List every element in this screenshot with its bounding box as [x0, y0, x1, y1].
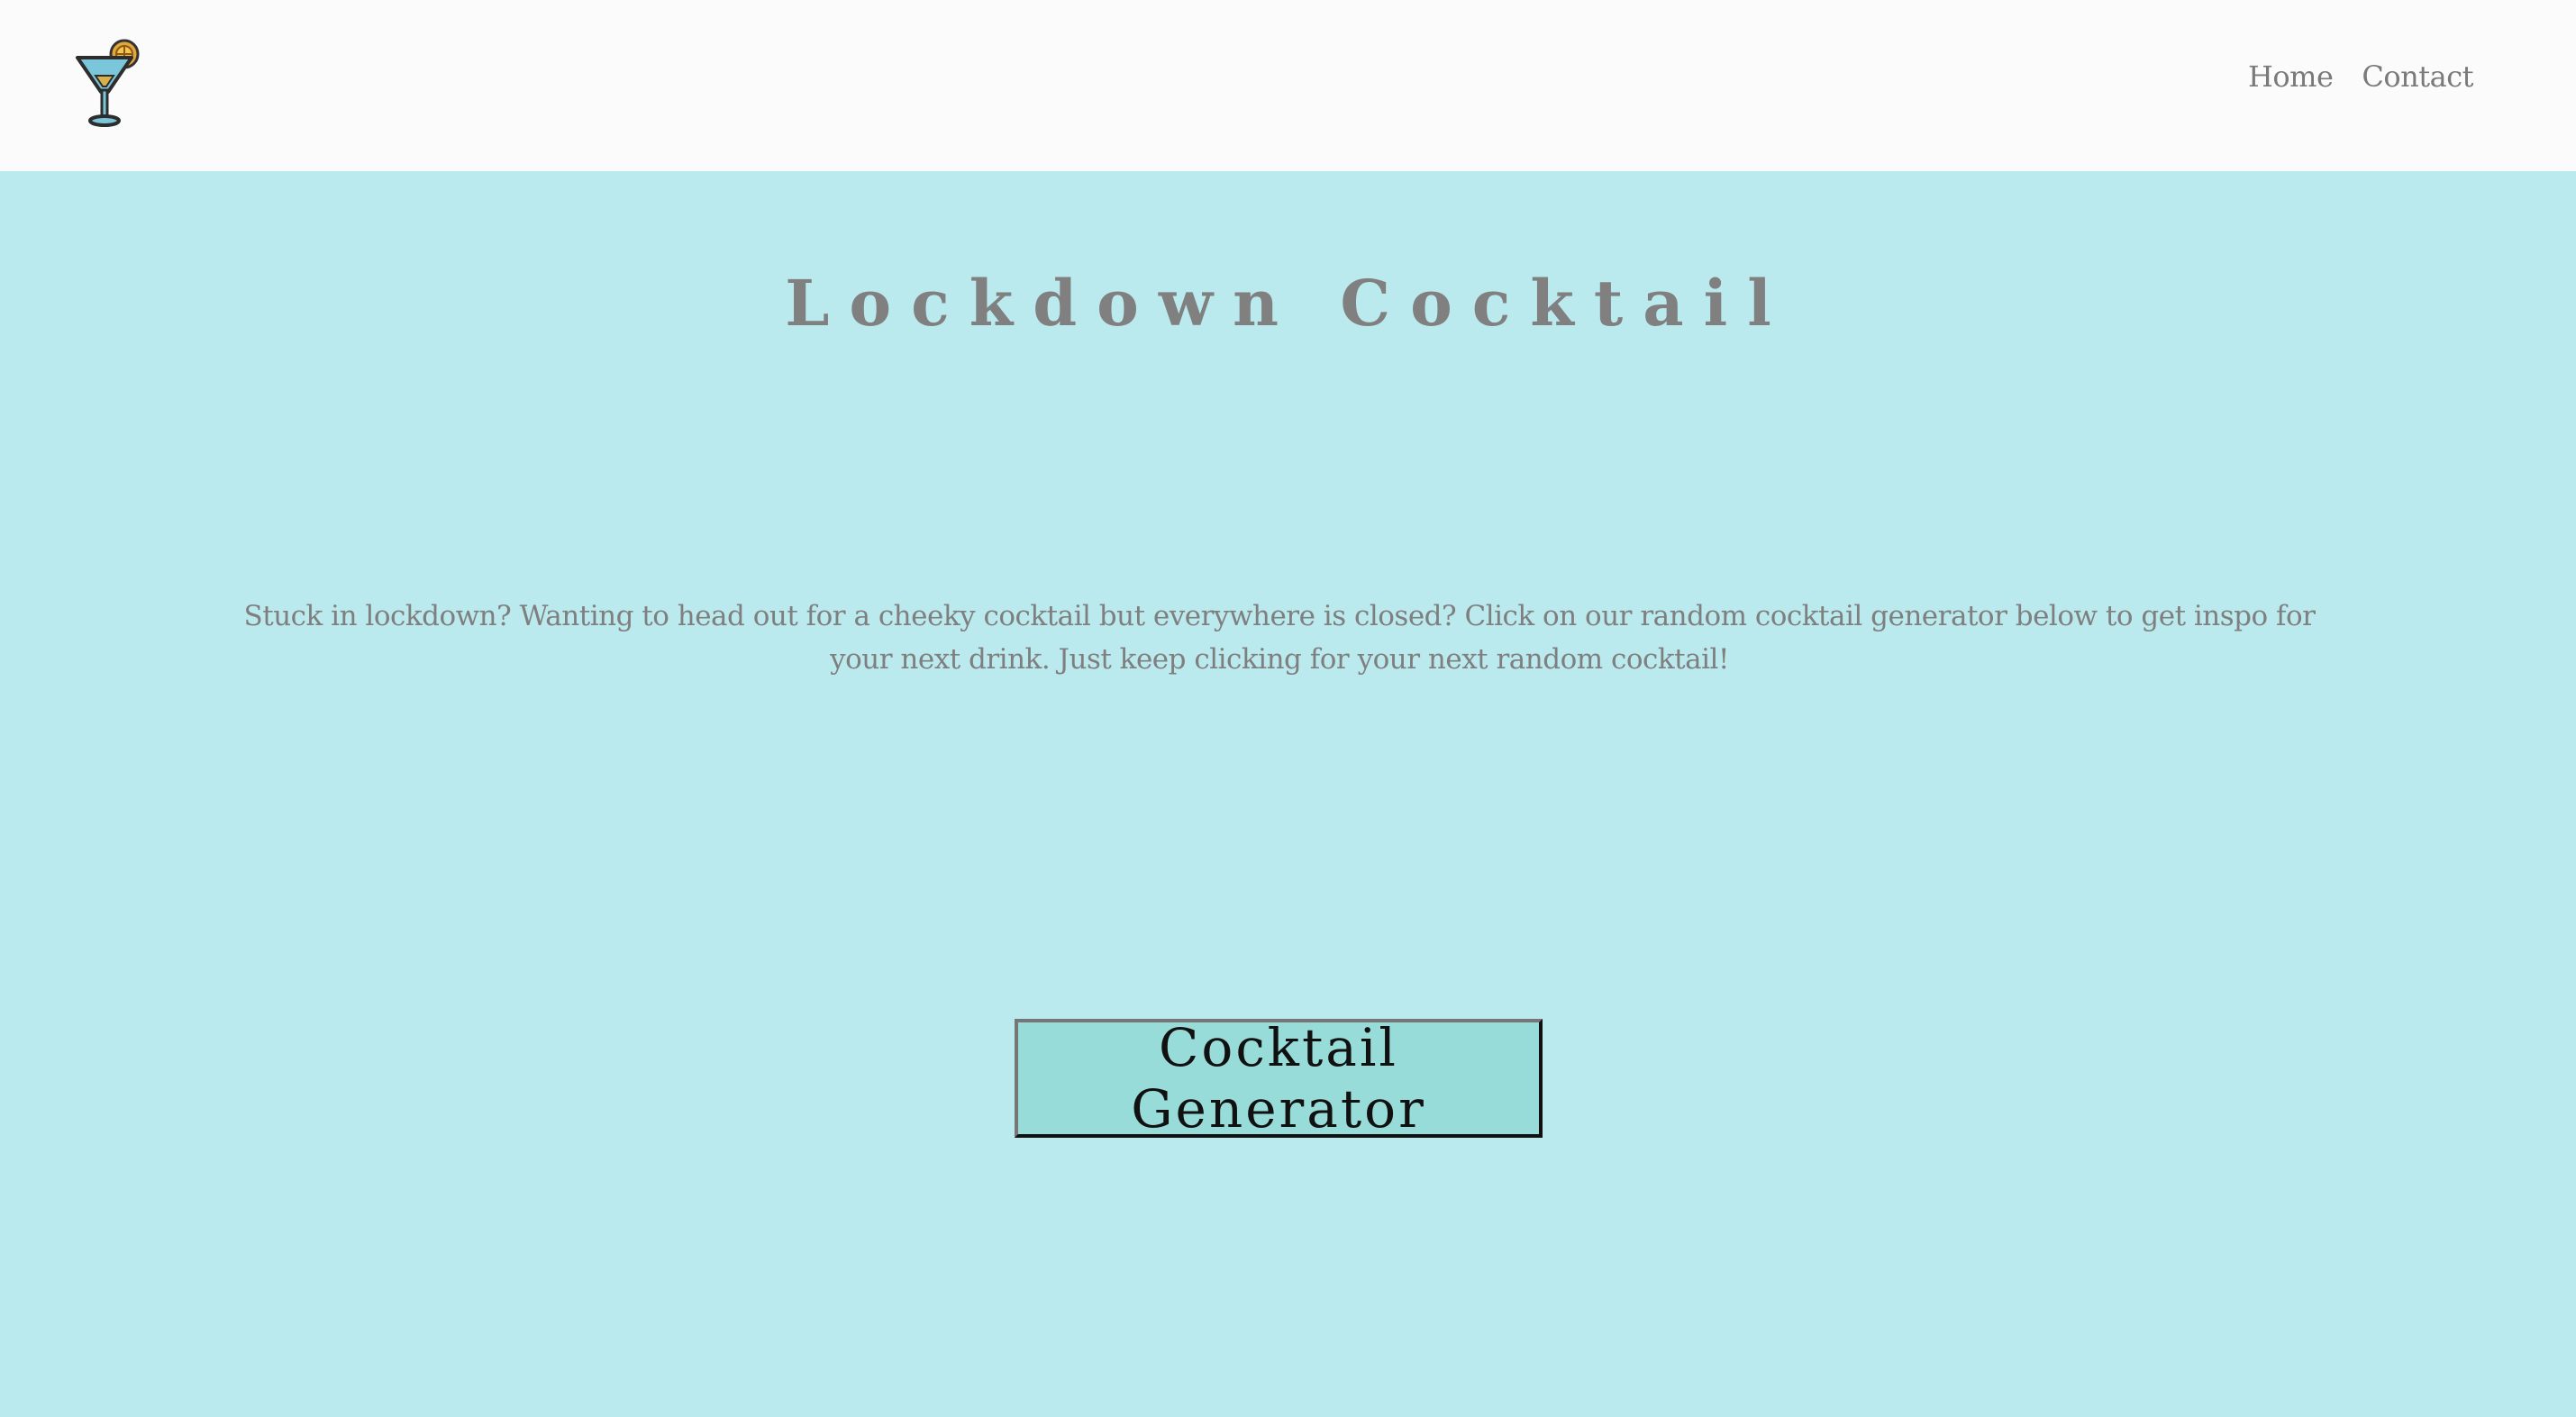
nav-link-home[interactable]: Home [2248, 59, 2334, 94]
cocktail-generator-button[interactable]: Cocktail Generator [1015, 1017, 1543, 1140]
cocktail-glass-icon[interactable] [72, 36, 148, 130]
navbar: Home Contact [0, 0, 2576, 171]
nav-link-contact[interactable]: Contact [2362, 59, 2473, 94]
page-title: Lockdown Cocktail [785, 266, 1791, 341]
hero-section [0, 171, 2576, 1417]
intro-text: Stuck in lockdown? Wanting to head out f… [243, 600, 2316, 676]
main-nav: Home Contact [2248, 59, 2474, 94]
